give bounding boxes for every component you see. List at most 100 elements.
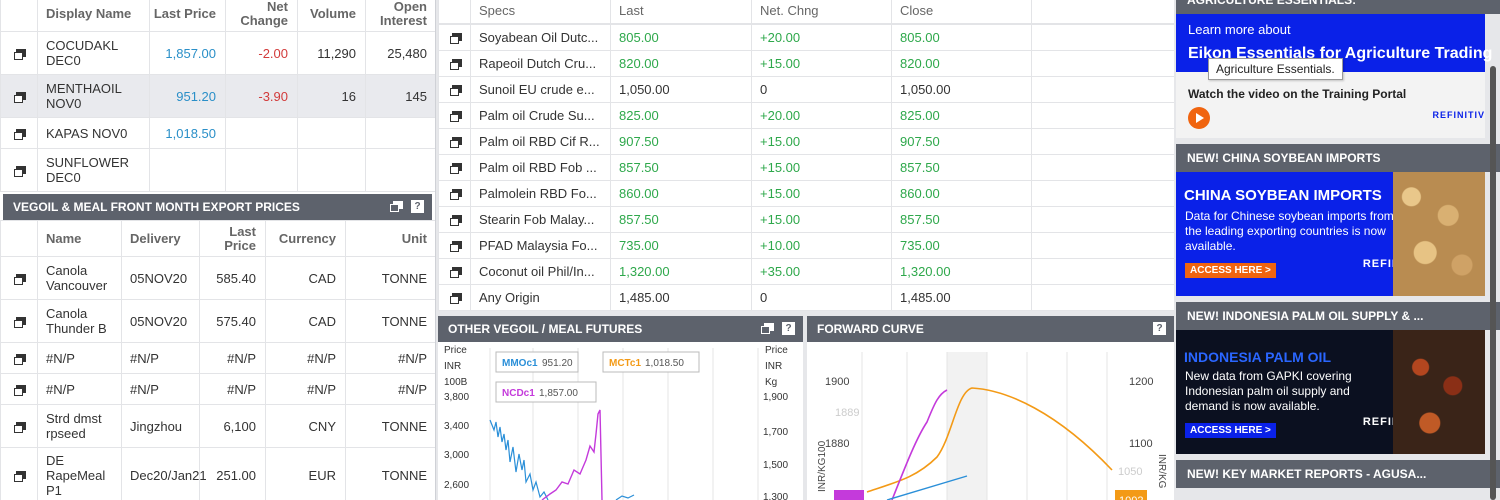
col-header-last-price[interactable]: Last Price [149,0,226,32]
table-row[interactable]: PFAD Malaysia Fo... 735.00 +10.00 735.00 [438,232,1174,259]
col-header-open-interest[interactable]: Open Interest [365,0,435,32]
table-row[interactable]: SUNFLOWER DEC0 [0,148,435,192]
china-soybean-banner[interactable]: CHINA SOYBEAN IMPORTS Data for Chinese s… [1176,172,1485,296]
agri-essentials-banner[interactable]: Learn more about Eikon Essentials for Ag… [1176,14,1492,138]
help-icon[interactable]: ? [411,200,424,213]
popout-icon[interactable] [14,384,26,396]
access-here-button[interactable]: ACCESS HERE > [1185,263,1276,278]
table-row[interactable]: Rapeoil Dutch Cru... 820.00 +15.00 820.00 [438,50,1174,77]
spec-close: 857.50 [891,154,1032,181]
help-icon[interactable]: ? [1153,322,1166,335]
popout-icon[interactable] [449,163,462,174]
access-here-button[interactable]: ACCESS HERE > [1185,423,1276,438]
popout-icon[interactable] [449,137,462,148]
table-row[interactable]: Canola Vancouver 05NOV20 585.40 CAD TONN… [0,256,435,300]
table-row[interactable]: Palm oil RBD Cif R... 907.50 +15.00 907.50 [438,128,1174,155]
col-header-specs[interactable]: Specs [470,0,611,24]
popout-icon[interactable] [449,33,462,44]
spec-last: 825.00 [610,102,752,129]
col-header-volume[interactable]: Volume [297,0,366,32]
popout-icon[interactable] [449,241,462,252]
card-header-indonesia[interactable]: NEW! INDONESIA PALM OIL SUPPLY & ... [1176,302,1500,330]
help-icon[interactable]: ? [782,322,795,335]
spec-name: Sunoil EU crude e... [470,76,611,103]
col-header-last-price[interactable]: Last Price [199,220,266,257]
table-row[interactable]: COCUDAKL DEC0 1,857.00 -2.00 11,290 25,4… [0,31,435,75]
popout-icon[interactable] [449,293,462,304]
popout-icon[interactable] [449,111,462,122]
futures-chart[interactable]: Price INR 100B 3,800 3,400 3,000 2,600 P… [438,342,803,500]
spec-close: 825.00 [891,102,1032,129]
spec-close: 860.00 [891,180,1032,207]
popout-icon[interactable] [14,48,26,60]
table-row[interactable]: Stearin Fob Malay... 857.50 +15.00 857.50 [438,206,1174,233]
popout-icon[interactable] [14,353,26,365]
play-icon[interactable] [1188,107,1210,129]
indonesia-body: New data from GAPKI covering Indonesian … [1185,369,1352,413]
table-row[interactable]: #N/P #N/P #N/P #N/P #N/P [0,373,435,405]
table-row[interactable]: Palm oil Crude Su... 825.00 +20.00 825.00 [438,102,1174,129]
display-name: MENTHAOIL NOV0 [37,74,150,118]
forward-curve-panel: FORWARD CURVE ? 1900 1889 1880 1200 1100… [807,316,1174,500]
spec-name: Any Origin [470,284,611,311]
table-row[interactable]: DE RapeMeal P1 Dec20/Jan21 251.00 EUR TO… [0,447,435,500]
popout-icon[interactable] [449,189,462,200]
col-header-net-chng[interactable]: Net. Chng [751,0,892,24]
forward-curve-chart[interactable]: 1900 1889 1880 1200 1100 1050 INR/KG100 … [807,342,1174,500]
table-row[interactable]: Palm oil RBD Fob ... 857.50 +15.00 857.50 [438,154,1174,181]
table-row[interactable]: MENTHAOIL NOV0 951.20 -3.90 16 145 [0,74,435,118]
popout-icon[interactable] [449,59,462,70]
table-row[interactable]: Palmolein RBD Fo... 860.00 +15.00 860.00 [438,180,1174,207]
popout-icon[interactable] [14,91,26,103]
col-header-close[interactable]: Close [891,0,1032,24]
popout-icon[interactable] [14,273,26,285]
right-tick-marker: 1050 [1118,466,1142,478]
col-header-unit[interactable]: Unit [345,220,435,257]
table-row[interactable]: KAPAS NOV0 1,018.50 [0,117,435,149]
scrollbar[interactable] [1490,66,1496,500]
popout-icon[interactable] [14,421,26,433]
popout-icon[interactable] [449,85,462,96]
table-row[interactable]: Strd dmst rpseed Jingzhou 6,100 CNY TONN… [0,404,435,448]
popout-icon[interactable] [14,471,26,482]
popout-icon[interactable] [14,165,26,177]
col-header-last[interactable]: Last [610,0,752,24]
right-rail: AGRICULTURE ESSENTIALS: Learn more about… [1176,0,1500,500]
spec-close: 1,050.00 [891,76,1032,103]
export-prices-title: VEGOIL & MEAL FRONT MONTH EXPORT PRICES [13,200,300,214]
table-row[interactable]: Soyabean Oil Dutc... 805.00 +20.00 805.00 [438,24,1174,51]
card-header-reports[interactable]: NEW! KEY MARKET REPORTS - AGUSA... [1176,460,1500,488]
futures-panel: OTHER VEGOIL / MEAL FUTURES ? Price INR … [438,316,803,500]
popout-window-icon[interactable] [761,322,774,335]
table-row[interactable]: #N/P #N/P #N/P #N/P #N/P [0,342,435,374]
left-tick: 1880 [825,438,849,450]
spec-net-chng: 0 [751,76,892,103]
popout-window-icon[interactable] [390,200,403,213]
col-header-display-name[interactable]: Display Name [37,0,150,32]
col-header-currency[interactable]: Currency [265,220,346,257]
popout-icon[interactable] [14,316,26,328]
table-row[interactable]: Coconut oil Phil/In... 1,320.00 +35.00 1,32… [438,258,1174,285]
popout-icon[interactable] [14,128,26,140]
cell-last-price: 575.40 [199,299,266,343]
spec-net-chng: +15.00 [751,180,892,207]
specs-header-row: Specs Last Net. Chng Close [438,0,1174,24]
left-tick-marker: 1889 [835,407,859,419]
table-row[interactable]: Any Origin 1,485.00 0 1,485.00 [438,284,1174,311]
specs-panel: Specs Last Net. Chng Close Soyabean Oil … [438,0,1174,311]
cell-delivery: 05NOV20 [121,299,200,343]
popout-icon[interactable] [449,215,462,226]
table-row[interactable]: Sunoil EU crude e... 1,050.00 0 1,050.00 [438,76,1174,103]
indonesia-palm-banner[interactable]: INDONESIA PALM OIL New data from GAPKI c… [1176,330,1485,454]
card-header-china[interactable]: NEW! CHINA SOYBEAN IMPORTS [1176,144,1500,172]
spec-net-chng: +15.00 [751,206,892,233]
card-header-agri[interactable]: AGRICULTURE ESSENTIALS: [1176,0,1500,14]
col-header-net-change[interactable]: Net Change [225,0,298,32]
specs-table: Specs Last Net. Chng Close [438,0,1174,24]
table-row[interactable]: Canola Thunder B 05NOV20 575.40 CAD TONN… [0,299,435,343]
popout-icon[interactable] [449,267,462,278]
cell-delivery: Jingzhou [121,404,200,448]
forward-orange-curve [866,387,1113,493]
col-header-name[interactable]: Name [37,220,122,257]
col-header-delivery[interactable]: Delivery [121,220,200,257]
